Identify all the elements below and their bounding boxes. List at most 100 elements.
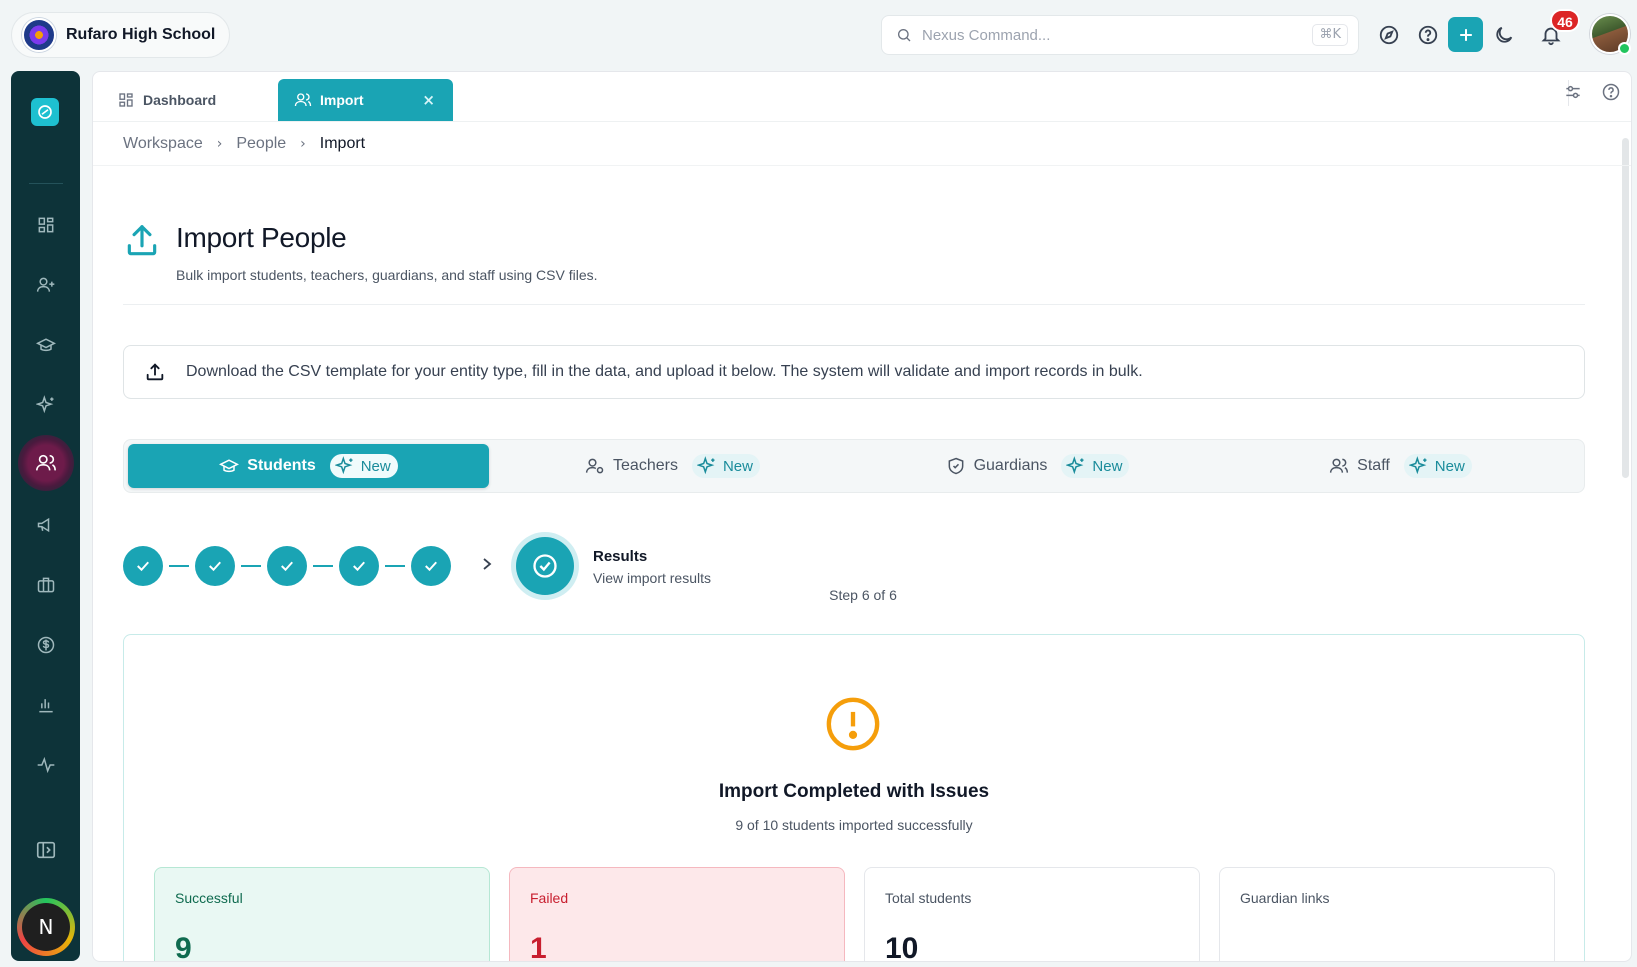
tab-import-label: Import — [320, 92, 364, 108]
breadcrumb-workspace[interactable]: Workspace — [123, 135, 203, 153]
step-1-complete[interactable] — [123, 546, 163, 586]
stat-value: 1 — [530, 932, 547, 962]
chevron-right-icon — [483, 558, 492, 570]
sidebar-collapse-toggle[interactable] — [30, 834, 62, 866]
grid-icon — [38, 217, 54, 233]
tab-import[interactable]: Import × — [278, 79, 453, 121]
entity-tab-guardians[interactable]: Guardians New — [855, 444, 1220, 488]
graduation-cap-icon — [219, 459, 240, 473]
create-button[interactable] — [1448, 17, 1483, 52]
check-icon — [425, 561, 437, 572]
sidebar-item-add-user[interactable] — [30, 269, 62, 301]
grid-icon — [119, 93, 133, 107]
notification-badge: 46 — [1550, 9, 1580, 32]
workspace-tabs: Dashboard Import × — [93, 72, 1631, 122]
plus-icon — [1459, 28, 1472, 41]
entity-type-tabs: Students New Teachers New Guardians New — [123, 439, 1585, 493]
school-switcher[interactable]: Rufaro High School — [11, 12, 230, 58]
users-icon — [294, 93, 312, 107]
sidebar-item-finance[interactable] — [30, 629, 62, 661]
upload-icon — [127, 225, 157, 256]
sparkles-icon — [1408, 456, 1427, 475]
new-badge: New — [329, 454, 398, 478]
entity-tab-label: Staff — [1357, 457, 1390, 474]
sliders-icon[interactable] — [1561, 80, 1585, 104]
megaphone-icon — [37, 517, 50, 533]
sidebar-item-reports[interactable] — [30, 689, 62, 721]
help-icon[interactable] — [1599, 80, 1623, 104]
close-icon[interactable]: × — [422, 91, 435, 109]
moon-icon[interactable] — [1489, 20, 1519, 50]
sidebar-item-ai[interactable] — [30, 389, 62, 421]
entity-tab-students[interactable]: Students New — [128, 444, 489, 488]
shortcut-hint: ⌘K — [1312, 24, 1348, 46]
step-connector — [241, 565, 261, 567]
users-icon — [1330, 458, 1349, 473]
chevron-right-icon: › — [300, 136, 306, 152]
scroll-thumb[interactable] — [1622, 138, 1629, 478]
step-current-description: View import results — [593, 570, 712, 586]
left-sidebar: N — [11, 71, 80, 961]
new-badge: New — [691, 454, 760, 478]
result-title: Import Completed with Issues — [718, 781, 990, 802]
results-card: Import Completed with Issues 9 of 10 stu… — [123, 634, 1585, 962]
stat-label: Guardian links — [1240, 890, 1330, 906]
new-badge: New — [1061, 454, 1130, 478]
step-2-complete[interactable] — [195, 546, 235, 586]
users-icon — [36, 454, 56, 471]
breadcrumb-current: Import — [319, 135, 366, 152]
page-subtitle: Bulk import students, teachers, guardian… — [176, 267, 598, 283]
app-logo-icon[interactable] — [31, 98, 59, 126]
entity-tab-label: Teachers — [613, 457, 678, 474]
graduation-cap-icon — [36, 338, 56, 352]
entity-tab-label: Students — [247, 457, 316, 474]
search-input[interactable] — [922, 26, 1282, 44]
new-badge: New — [1403, 454, 1472, 478]
school-name: Rufaro High School — [66, 26, 216, 43]
chevron-right-icon: › — [216, 136, 223, 152]
search-icon — [898, 29, 911, 42]
new-badge-label: New — [360, 457, 391, 475]
shield-icon — [948, 457, 963, 475]
new-badge-label: New — [1092, 457, 1123, 475]
entity-tab-label: Guardians — [973, 457, 1048, 474]
upload-icon — [146, 363, 164, 381]
tab-dashboard-label: Dashboard — [143, 92, 217, 108]
online-status-dot — [1618, 42, 1631, 55]
bar-chart-icon — [39, 699, 53, 713]
school-logo — [22, 18, 56, 52]
top-bar: Rufaro High School ⌘K 46 — [0, 0, 1637, 70]
stat-failed: Failed 1 — [509, 867, 845, 962]
alert-circle-icon — [826, 697, 880, 751]
help-icon[interactable] — [1413, 20, 1443, 50]
sidebar-item-academics[interactable] — [30, 329, 62, 361]
step-4-complete[interactable] — [339, 546, 379, 586]
breadcrumb-people[interactable]: People — [236, 135, 286, 153]
header-divider — [123, 304, 1585, 305]
sidebar-user-initial: N — [22, 903, 70, 951]
entity-tab-teachers[interactable]: Teachers New — [490, 444, 855, 488]
sparkles-icon — [36, 395, 54, 414]
new-badge-label: New — [1434, 457, 1465, 475]
step-connector — [169, 565, 189, 567]
sidebar-item-activity[interactable] — [30, 749, 62, 781]
sidebar-item-announcements[interactable] — [30, 509, 62, 541]
sparkles-icon — [1066, 456, 1084, 475]
panel-toggle-icon — [36, 841, 56, 859]
sidebar-user-avatar[interactable]: N — [17, 898, 75, 956]
compass-icon[interactable] — [1374, 20, 1404, 50]
sidebar-item-people[interactable] — [18, 435, 74, 491]
step-5-complete[interactable] — [411, 546, 451, 586]
sidebar-item-hr[interactable] — [30, 569, 62, 601]
sidebar-divider — [29, 183, 63, 184]
step-3-complete[interactable] — [267, 546, 307, 586]
main-scrollbar[interactable] — [1622, 132, 1629, 952]
command-search[interactable]: ⌘K — [881, 15, 1359, 55]
tab-dashboard[interactable]: Dashboard — [117, 79, 216, 121]
sidebar-item-dashboard[interactable] — [30, 209, 62, 241]
briefcase-icon — [37, 577, 55, 593]
stat-value: 10 — [885, 932, 919, 962]
entity-tab-staff[interactable]: Staff New — [1220, 444, 1581, 488]
step-current-label: Results — [593, 548, 648, 565]
sparkles-icon — [334, 456, 353, 475]
